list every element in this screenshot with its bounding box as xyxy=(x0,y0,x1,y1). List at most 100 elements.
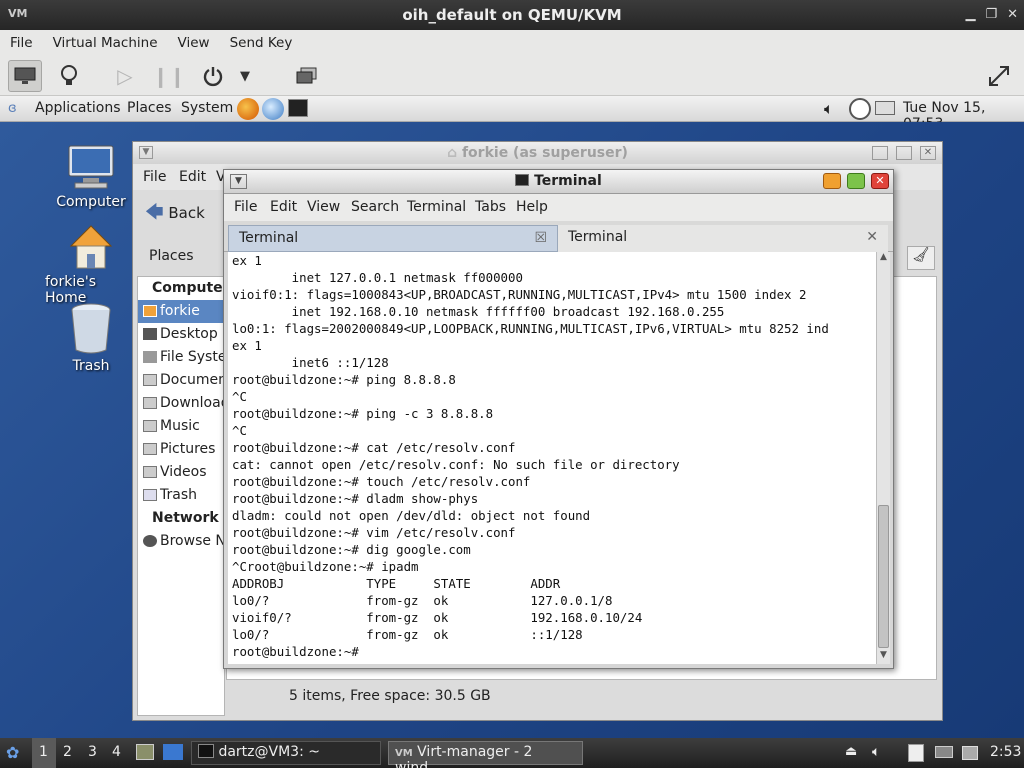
network-icon[interactable] xyxy=(875,101,895,115)
folder-icon xyxy=(143,420,157,432)
window-menu-icon[interactable]: ▼ xyxy=(139,146,153,159)
task-terminal[interactable]: dartz@VM3: ~ xyxy=(191,741,381,765)
close-icon[interactable]: ✕ xyxy=(871,173,889,189)
sidebar-item-label: File System xyxy=(160,349,224,365)
host-menu-virtual-machine[interactable]: Virtual Machine xyxy=(53,35,158,51)
task-label: Virt-manager - 2 wind... xyxy=(395,744,533,768)
guest-top-panel: ɞ Applications Places System 🔈︎ Tue Nov … xyxy=(0,96,1024,132)
fm-menu-file[interactable]: File xyxy=(143,169,166,185)
terminal-launcher-icon[interactable] xyxy=(288,99,308,117)
folder-icon xyxy=(143,397,157,409)
network-icon[interactable] xyxy=(935,746,953,758)
sidebar-item-desktop[interactable]: Desktop xyxy=(138,323,224,346)
sidebar-item-file-system[interactable]: File System xyxy=(138,346,224,369)
sidebar-item-documents[interactable]: Documents xyxy=(138,369,224,392)
desktop-icon-trash[interactable]: Trash xyxy=(43,302,139,374)
clipboard-icon[interactable] xyxy=(908,744,924,762)
system-menu[interactable]: System xyxy=(181,100,233,116)
fullscreen-button[interactable] xyxy=(982,60,1016,92)
workspace-3[interactable]: 3 xyxy=(88,744,97,760)
scroll-down-icon[interactable]: ▼ xyxy=(878,650,889,664)
run-button[interactable]: ▷ xyxy=(108,60,142,92)
firefox-launcher-icon[interactable] xyxy=(237,98,259,120)
applications-menu[interactable]: Applications xyxy=(35,100,121,116)
tab-close-icon[interactable]: ☒ xyxy=(534,226,547,250)
sidebar-item-forkie[interactable]: forkie xyxy=(138,300,224,323)
chevron-down-icon: ▼ xyxy=(240,68,250,84)
show-desktop-icon[interactable] xyxy=(163,744,183,760)
term-menu-view[interactable]: View xyxy=(307,199,340,215)
term-menu-search[interactable]: Search xyxy=(351,199,399,215)
scroll-up-icon[interactable]: ▲ xyxy=(878,252,889,266)
computer-icon xyxy=(68,145,114,189)
volume-icon[interactable]: 🔈︎ xyxy=(872,744,880,760)
host-menu-send-key[interactable]: Send Key xyxy=(230,35,293,51)
clear-icon[interactable]: 🧹︎ xyxy=(907,246,935,270)
sidebar-item-downloads[interactable]: Downloads xyxy=(138,392,224,415)
files-launcher-icon[interactable] xyxy=(136,744,154,760)
sidebar-places-selector[interactable]: Places xyxy=(149,248,194,264)
virt-manager-icon: VM xyxy=(8,7,28,20)
term-menu-help[interactable]: Help xyxy=(516,199,548,215)
lightbulb-icon xyxy=(61,65,77,85)
volume-icon[interactable]: 🔈︎ xyxy=(824,99,834,119)
term-menu-terminal[interactable]: Terminal xyxy=(407,199,466,215)
workspace-2[interactable]: 2 xyxy=(63,744,72,760)
fm-menu-edit[interactable]: Edit xyxy=(179,169,206,185)
tab-close-icon[interactable]: ✕ xyxy=(866,225,878,249)
term-menu-tabs[interactable]: Tabs xyxy=(475,199,506,215)
terminal-window: ▼ Terminal ✕ File Edit View Search Termi… xyxy=(223,169,894,669)
term-menu-file[interactable]: File xyxy=(234,199,257,215)
host-menu-view[interactable]: View xyxy=(178,35,210,51)
desktop-icon-computer[interactable]: Computer xyxy=(43,144,139,210)
host-menu-file[interactable]: File xyxy=(10,35,33,51)
terminal-screen[interactable]: ex 1 inet 127.0.0.1 netmask ff000000 vio… xyxy=(228,252,876,664)
drive-icon xyxy=(143,351,157,363)
power-menu-button[interactable]: ▼ xyxy=(234,60,256,92)
pause-button[interactable]: ❙❙ xyxy=(152,60,186,92)
close-icon[interactable]: ✕ xyxy=(920,146,936,160)
host-taskbar: ✿ 1 2 3 4 dartz@VM3: ~ VM Virt-manager -… xyxy=(0,738,1024,768)
desktop-icon-home[interactable]: forkie's Home xyxy=(43,222,137,306)
taskbar-clock[interactable]: 2:53 xyxy=(990,744,1021,760)
maximize-icon[interactable] xyxy=(896,146,912,160)
snapshot-button[interactable] xyxy=(290,60,324,92)
terminal-scrollbar[interactable]: ▲ ▼ xyxy=(876,252,890,664)
power-button[interactable] xyxy=(196,60,230,92)
sidebar-item-label: Trash xyxy=(160,487,197,503)
task-virt-manager[interactable]: VM Virt-manager - 2 wind... xyxy=(388,741,583,768)
maximize-icon[interactable] xyxy=(847,173,865,189)
close-icon[interactable]: ✕ xyxy=(1007,0,1018,30)
tab-terminal-2[interactable]: Terminal ✕ xyxy=(558,225,888,252)
tab-terminal-1[interactable]: Terminal ☒ xyxy=(228,225,558,252)
workspace-1[interactable]: 1 xyxy=(39,744,48,760)
trash-icon xyxy=(71,303,111,354)
display-icon[interactable] xyxy=(962,746,978,760)
workspace-4[interactable]: 4 xyxy=(112,744,121,760)
sidebar-item-music[interactable]: Music xyxy=(138,415,224,438)
play-icon: ▷ xyxy=(117,64,133,88)
start-menu-icon[interactable]: ✿ xyxy=(6,743,19,762)
sidebar-item-browse-network[interactable]: Browse Network xyxy=(138,530,224,553)
eject-icon[interactable]: ⏏ xyxy=(845,744,857,759)
minimize-icon[interactable] xyxy=(872,146,888,160)
thunderbird-launcher-icon[interactable] xyxy=(262,98,284,120)
minimize-icon[interactable] xyxy=(823,173,841,189)
sidebar-item-trash[interactable]: Trash xyxy=(138,484,224,507)
sidebar-item-pictures[interactable]: Pictures xyxy=(138,438,224,461)
back-arrow-icon: 🡄︎ xyxy=(145,202,164,223)
file-manager-title: forkie (as superuser) xyxy=(461,145,628,161)
term-menu-edit[interactable]: Edit xyxy=(270,199,297,215)
monitor-icon xyxy=(14,67,36,84)
maximize-icon[interactable]: ❐ xyxy=(985,0,997,30)
clock-applet-icon[interactable] xyxy=(849,98,871,120)
places-menu[interactable]: Places xyxy=(127,100,172,116)
sidebar-item-videos[interactable]: Videos xyxy=(138,461,224,484)
back-button[interactable]: 🡄︎ Back xyxy=(145,200,205,230)
minimize-icon[interactable]: ▁ xyxy=(965,0,975,30)
folder-home-icon: ⌂ xyxy=(447,145,462,161)
details-view-button[interactable] xyxy=(52,60,86,92)
sidebar-heading-computer: Computer xyxy=(152,280,225,296)
scrollbar-thumb[interactable] xyxy=(878,505,889,648)
console-view-button[interactable] xyxy=(8,60,42,92)
